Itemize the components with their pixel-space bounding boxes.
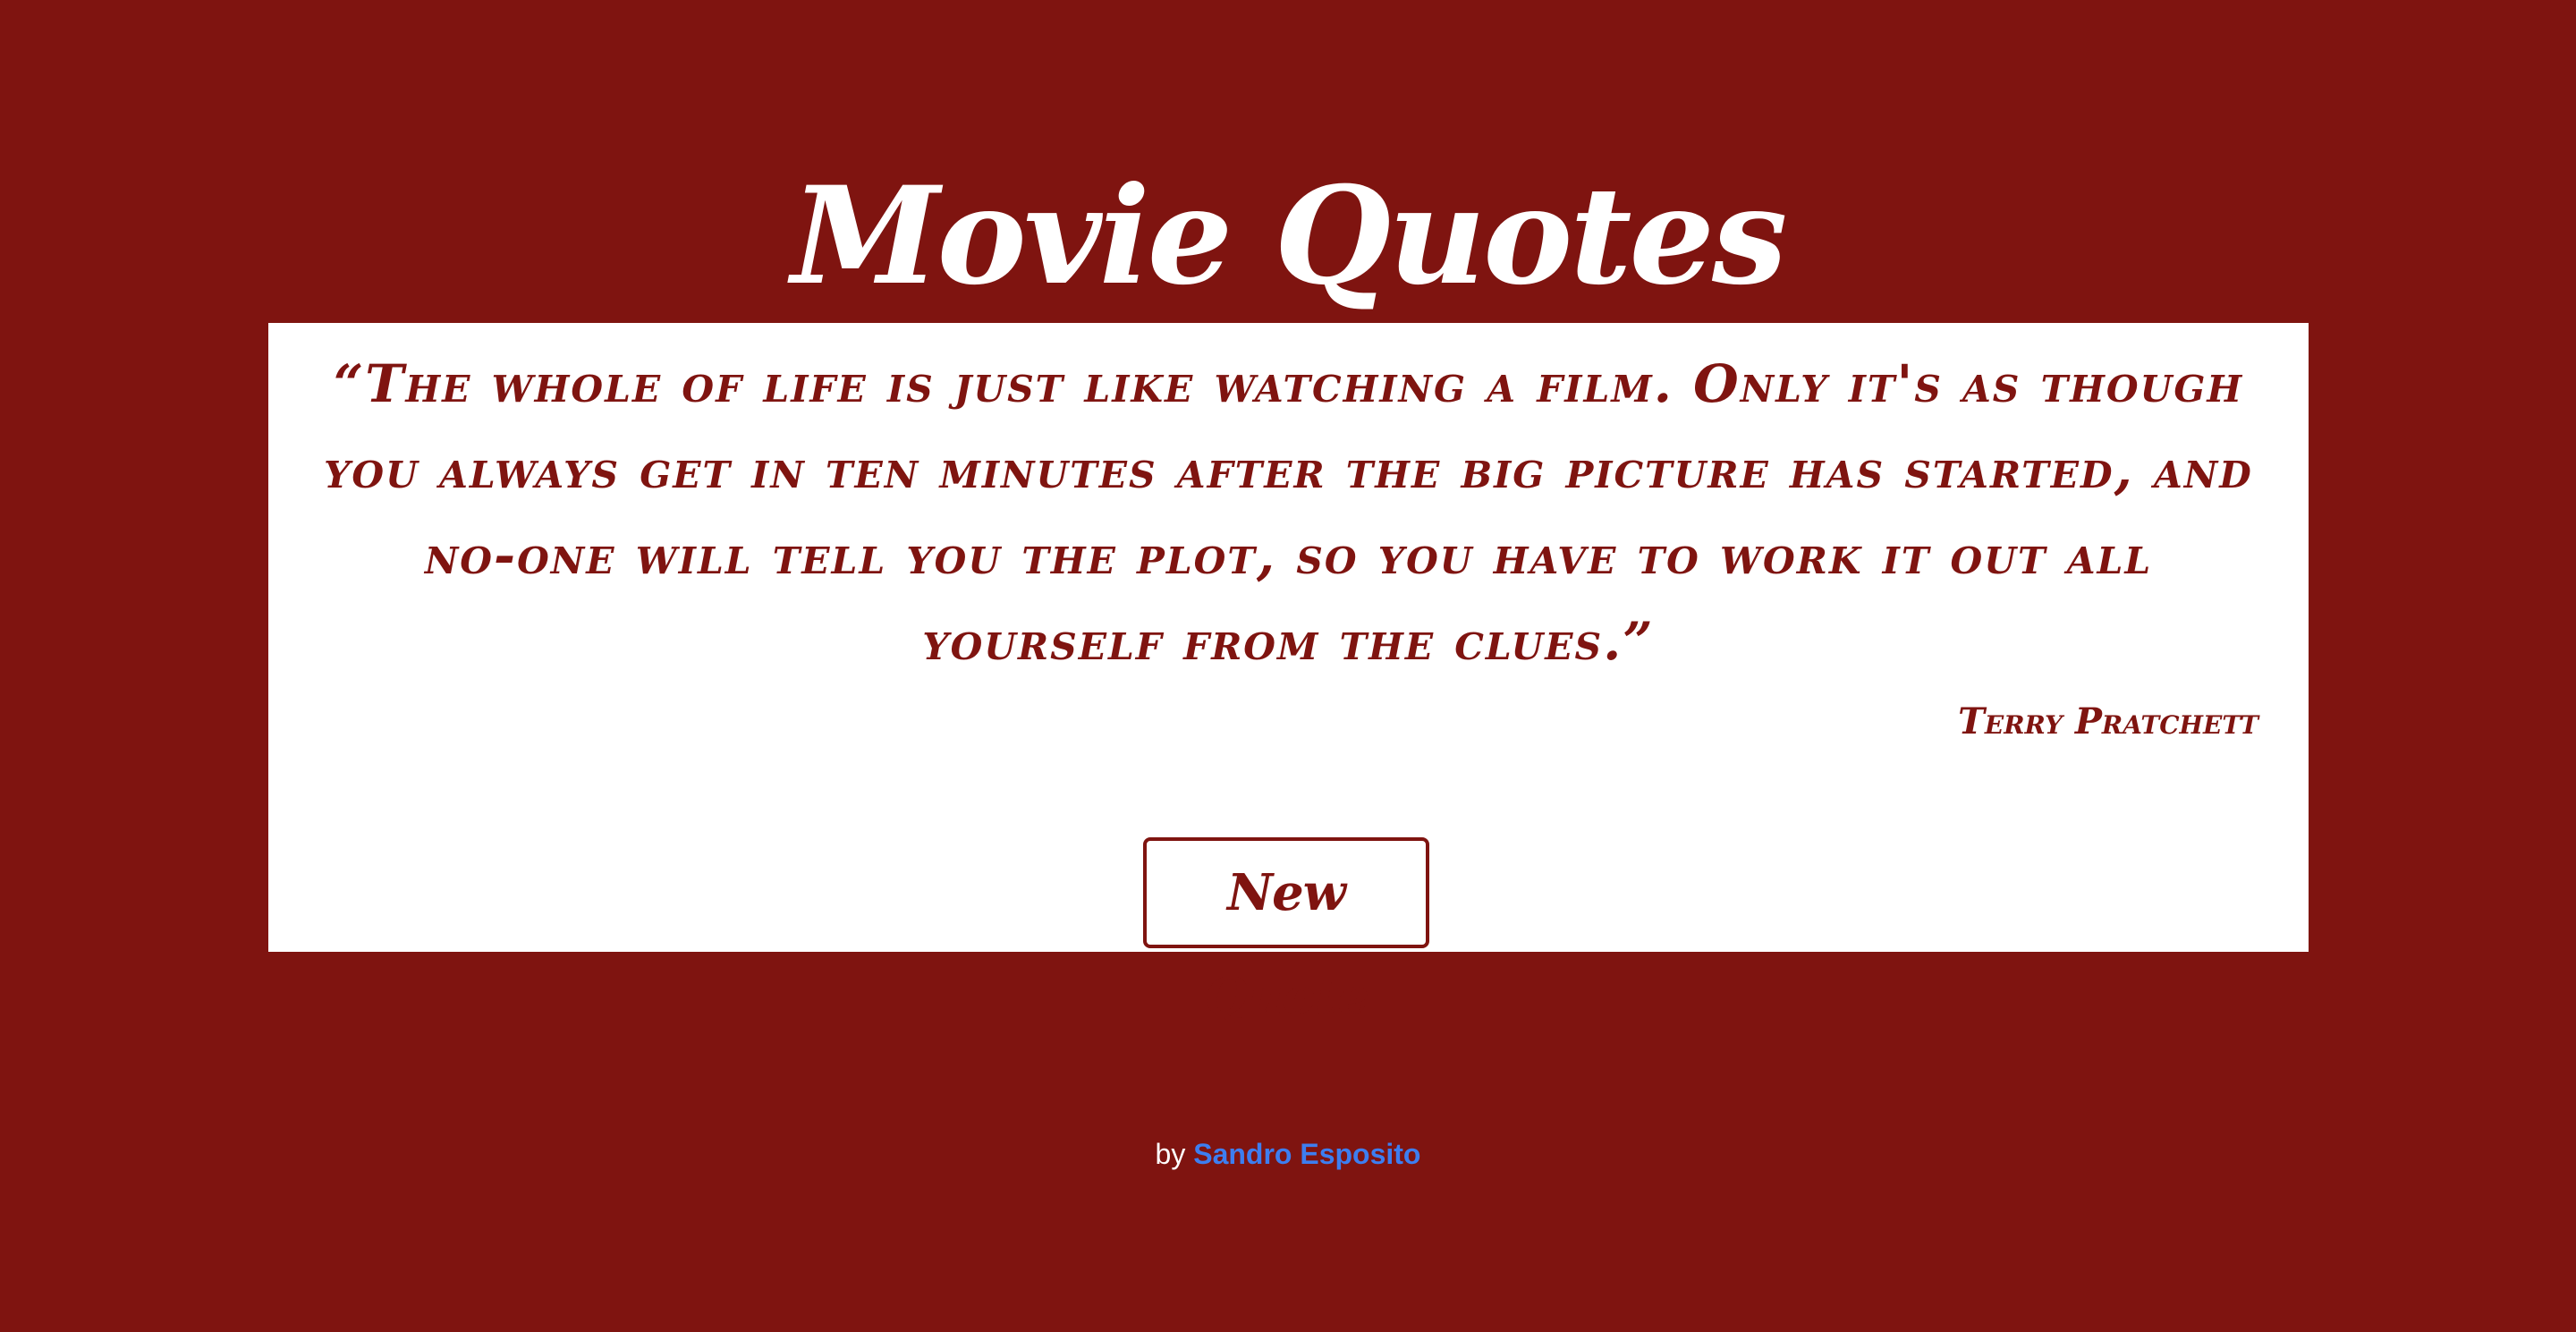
footer: by Sandro Esposito <box>0 1132 2576 1176</box>
page-title: Movie Quotes <box>791 157 1788 315</box>
quote-text: “The whole of life is just like watching… <box>324 353 2253 672</box>
footer-by-label: by <box>1155 1138 1186 1170</box>
new-quote-button[interactable]: New Quote <box>1143 837 1429 1026</box>
quote-author: Terry Pratchett <box>1958 700 2258 742</box>
quote-card: “The whole of life is just like watching… <box>268 323 2309 1026</box>
author-link[interactable]: Sandro Esposito <box>1193 1138 1420 1170</box>
